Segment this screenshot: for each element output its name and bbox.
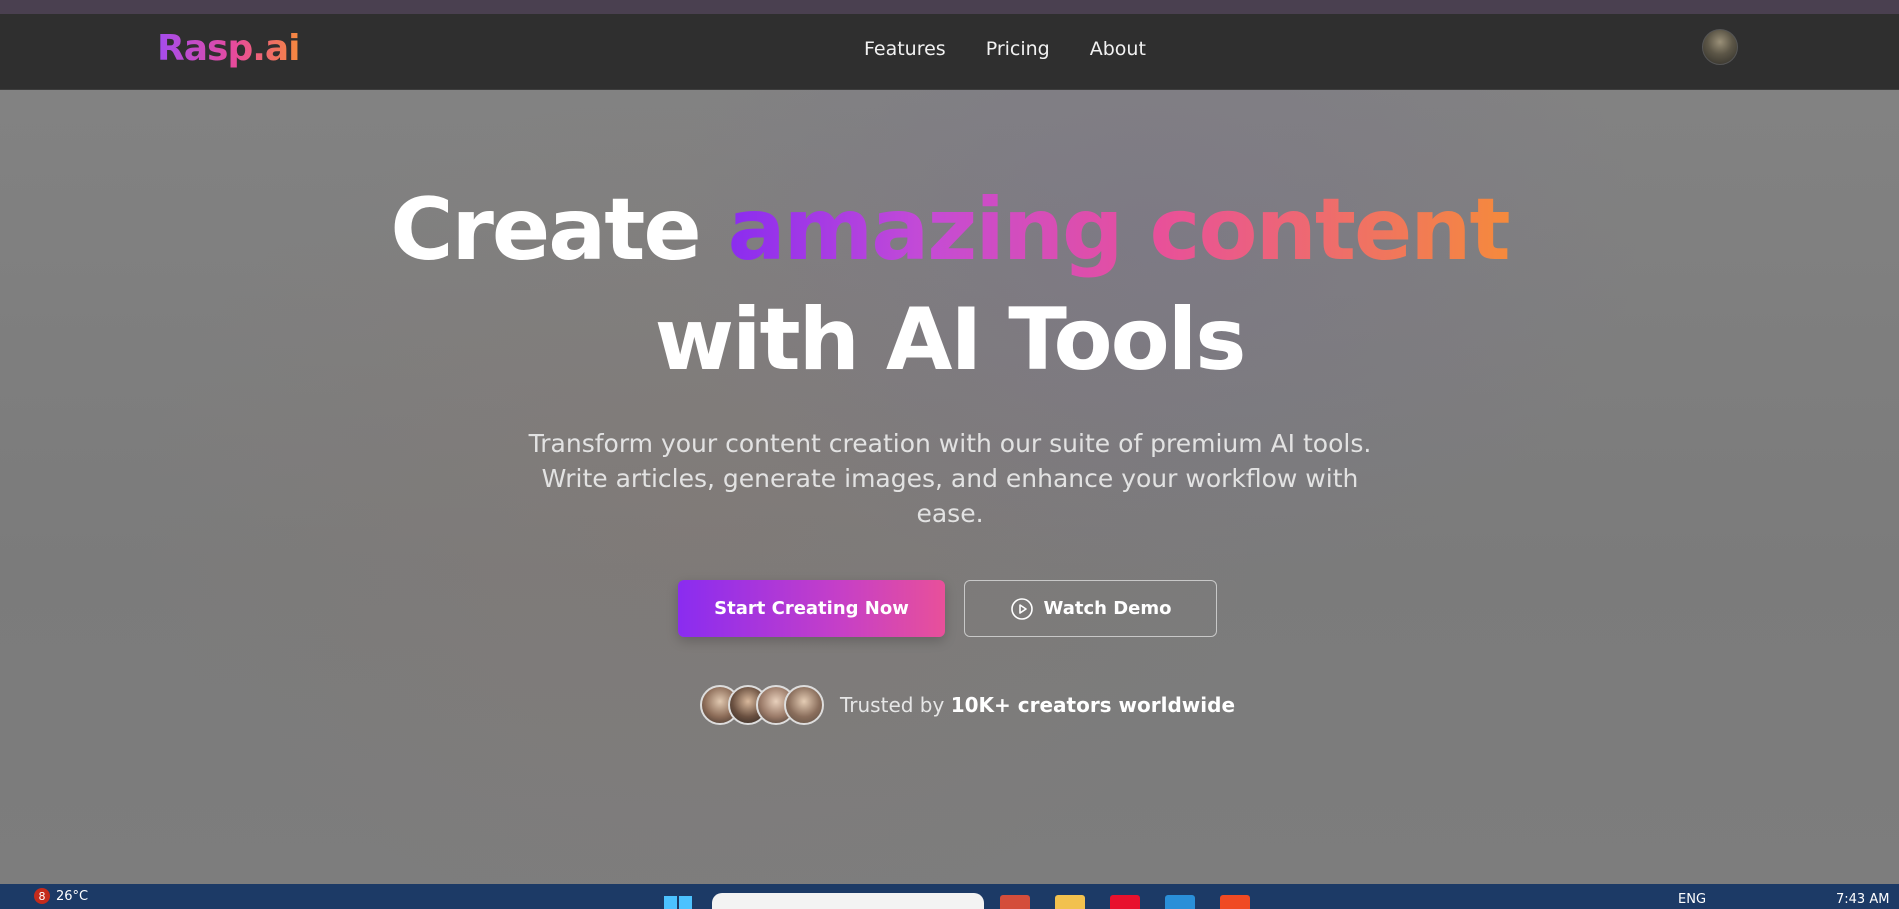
file-explorer-icon[interactable] [1055, 895, 1085, 909]
trust-text: Trusted by 10K+ creators worldwide [840, 693, 1235, 717]
navbar: Rasp.ai Features Pricing About [0, 14, 1899, 90]
trust-badge: Trusted by 10K+ creators worldwide [700, 684, 1235, 726]
start-creating-button[interactable]: Start Creating Now [678, 580, 945, 637]
start-creating-label: Start Creating Now [714, 598, 909, 619]
chrome-icon[interactable] [1000, 895, 1030, 909]
brand-logo[interactable]: Rasp.ai [157, 28, 301, 69]
nav-link-features[interactable]: Features [864, 38, 946, 60]
nav-links: Features Pricing About [864, 38, 1186, 60]
language-indicator[interactable]: ENG [1678, 892, 1706, 907]
headline-gradient-text: amazing content [727, 180, 1511, 280]
weather-widget[interactable]: 8 26°C [34, 888, 88, 904]
trust-prefix: Trusted by [840, 693, 951, 717]
trust-count: 10K+ creators worldwide [950, 693, 1236, 717]
headline-line-2: with AI Tools [654, 290, 1247, 390]
nav-link-pricing[interactable]: Pricing [986, 38, 1050, 60]
headline-line-1: Create amazing content [0, 180, 1899, 280]
nav-link-about[interactable]: About [1090, 38, 1146, 60]
brave-icon[interactable] [1220, 895, 1250, 909]
notification-badge: 8 [34, 888, 50, 904]
hero-subtitle: Transform your content creation with our… [528, 429, 1372, 528]
creator-avatars [700, 685, 824, 725]
play-circle-icon [1010, 597, 1033, 620]
os-taskbar: 8 26°C ENG 7:43 AM [0, 884, 1899, 909]
taskbar-search-input[interactable] [712, 893, 984, 909]
watch-demo-button[interactable]: Watch Demo [964, 580, 1217, 637]
youtube-icon[interactable] [1110, 895, 1140, 909]
temperature-readout: 26°C [56, 888, 89, 904]
vscode-icon[interactable] [1165, 895, 1195, 909]
headline-white-text: Create [390, 180, 728, 280]
hero-section: Create amazing content with AI Tools Tra… [0, 90, 1899, 884]
watch-demo-label: Watch Demo [1043, 598, 1172, 619]
clock[interactable]: 7:43 AM [1836, 892, 1889, 907]
creator-avatar [784, 685, 824, 725]
window-top-strip [0, 0, 1899, 14]
windows-start-icon[interactable] [664, 896, 692, 909]
user-avatar[interactable] [1702, 29, 1738, 65]
